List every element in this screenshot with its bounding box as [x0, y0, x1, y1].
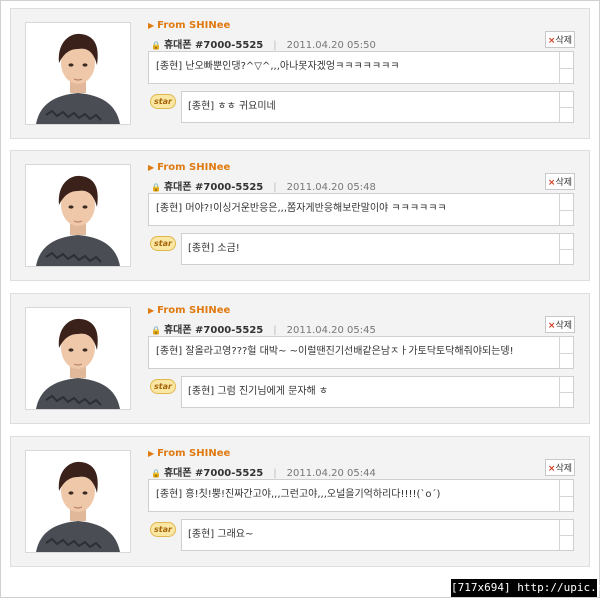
- reply-box: [종현] 그럼 진기님에게 문자해 ㅎ: [181, 376, 574, 408]
- phone-number: 휴대폰 #7000-5525: [163, 182, 264, 193]
- reply-box: [종현] 그래요~: [181, 519, 574, 551]
- reply-text: [종현] ㅎㅎ 귀요미네: [188, 101, 276, 112]
- delete-button[interactable]: ×삭제: [544, 459, 575, 476]
- meta-separator: |: [273, 182, 277, 193]
- delete-button[interactable]: ×삭제: [544, 316, 575, 333]
- triangle-right-icon: ▶: [148, 21, 155, 30]
- scrollbar[interactable]: [559, 520, 573, 550]
- profile-photo: [25, 450, 131, 553]
- profile-photo: [25, 22, 131, 125]
- phone-number: 휴대폰 #7000-5525: [163, 468, 264, 479]
- from-label: ▶ From SHINee: [148, 20, 231, 31]
- scrollbar[interactable]: [559, 337, 573, 368]
- from-label: ▶ From SHINee: [148, 305, 231, 316]
- page-frame: ▶ From SHINee 🔒 휴대폰 #7000-5525 | 2011.04.20 …: [0, 0, 600, 598]
- message-meta: 🔒 휴대폰 #7000-5525 | 2011.04.20 05:45: [151, 321, 376, 336]
- star-badge[interactable]: star: [150, 94, 176, 109]
- triangle-right-icon: ▶: [148, 163, 155, 172]
- message-card: ▶ From SHINee 🔒 휴대폰 #7000-5525 | 2011.04.20 …: [10, 436, 590, 567]
- profile-photo: [25, 307, 131, 410]
- meta-separator: |: [273, 325, 277, 336]
- lock-icon: 🔒: [151, 326, 161, 335]
- scrollbar[interactable]: [559, 52, 573, 83]
- triangle-right-icon: ▶: [148, 306, 155, 315]
- scrollbar[interactable]: [559, 234, 573, 264]
- image-caption: [717x694] http://upic.me/: [451, 579, 600, 597]
- scrollbar[interactable]: [559, 92, 573, 122]
- star-badge[interactable]: star: [150, 236, 176, 251]
- message-text: [종현] 머야?!이싱거운반응은,,,쫌자게반응해보란말이야 ㅋㅋㅋㅋㅋㅋ: [156, 203, 447, 214]
- scrollbar[interactable]: [559, 194, 573, 225]
- phone-number: 휴대폰 #7000-5525: [163, 325, 264, 336]
- profile-photo: [25, 164, 131, 267]
- message-meta: 🔒 휴대폰 #7000-5525 | 2011.04.20 05:50: [151, 36, 376, 51]
- star-badge[interactable]: star: [150, 379, 176, 394]
- message-box: [종현] 잘올라고영???헐 대박~ ~이럴땐진기선배같은남ㅈㅏ가토닥토닥해줘야…: [148, 336, 574, 369]
- reply-text: [종현] 그럼 진기님에게 문자해 ㅎ: [188, 386, 329, 397]
- message-date: 2011.04.20 05:48: [286, 182, 376, 193]
- reply-box: [종현] 소금!: [181, 233, 574, 265]
- triangle-right-icon: ▶: [148, 449, 155, 458]
- scrollbar[interactable]: [559, 480, 573, 511]
- message-card: ▶ From SHINee 🔒 휴대폰 #7000-5525 | 2011.04.20 …: [10, 150, 590, 281]
- meta-separator: |: [273, 468, 277, 479]
- reply-text: [종현] 그래요~: [188, 529, 254, 540]
- message-box: [종현] 흥!칫!뿡!진짜간고야,,,그런고야,,,오널을기억하리다!!!!(`…: [148, 479, 574, 512]
- message-date: 2011.04.20 05:45: [286, 325, 376, 336]
- star-badge[interactable]: star: [150, 522, 176, 537]
- delete-button[interactable]: ×삭제: [544, 173, 575, 190]
- lock-icon: 🔒: [151, 469, 161, 478]
- message-text: [종현] 흥!칫!뿡!진짜간고야,,,그런고야,,,오널을기억하리다!!!!(`…: [156, 489, 441, 500]
- lock-icon: 🔒: [151, 41, 161, 50]
- reply-text: [종현] 소금!: [188, 243, 240, 254]
- scrollbar[interactable]: [559, 377, 573, 407]
- from-label: ▶ From SHINee: [148, 162, 231, 173]
- delete-button[interactable]: ×삭제: [544, 31, 575, 48]
- message-box: [종현] 난오빠뿐인댕?^▽^,,,아나못자겠엉ㅋㅋㅋㅋㅋㅋㅋ: [148, 51, 574, 84]
- lock-icon: 🔒: [151, 183, 161, 192]
- meta-separator: |: [273, 40, 277, 51]
- message-card: ▶ From SHINee 🔒 휴대폰 #7000-5525 | 2011.04.20 …: [10, 293, 590, 424]
- phone-number: 휴대폰 #7000-5525: [163, 40, 264, 51]
- message-meta: 🔒 휴대폰 #7000-5525 | 2011.04.20 05:44: [151, 464, 376, 479]
- message-card: ▶ From SHINee 🔒 휴대폰 #7000-5525 | 2011.04.20 …: [10, 8, 590, 139]
- reply-box: [종현] ㅎㅎ 귀요미네: [181, 91, 574, 123]
- message-text: [종현] 잘올라고영???헐 대박~ ~이럴땐진기선배같은남ㅈㅏ가토닥토닥해줘야…: [156, 346, 514, 357]
- message-text: [종현] 난오빠뿐인댕?^▽^,,,아나못자겠엉ㅋㅋㅋㅋㅋㅋㅋ: [156, 61, 400, 72]
- message-meta: 🔒 휴대폰 #7000-5525 | 2011.04.20 05:48: [151, 178, 376, 193]
- message-date: 2011.04.20 05:50: [286, 40, 376, 51]
- from-label: ▶ From SHINee: [148, 448, 231, 459]
- message-date: 2011.04.20 05:44: [286, 468, 376, 479]
- message-box: [종현] 머야?!이싱거운반응은,,,쫌자게반응해보란말이야 ㅋㅋㅋㅋㅋㅋ: [148, 193, 574, 226]
